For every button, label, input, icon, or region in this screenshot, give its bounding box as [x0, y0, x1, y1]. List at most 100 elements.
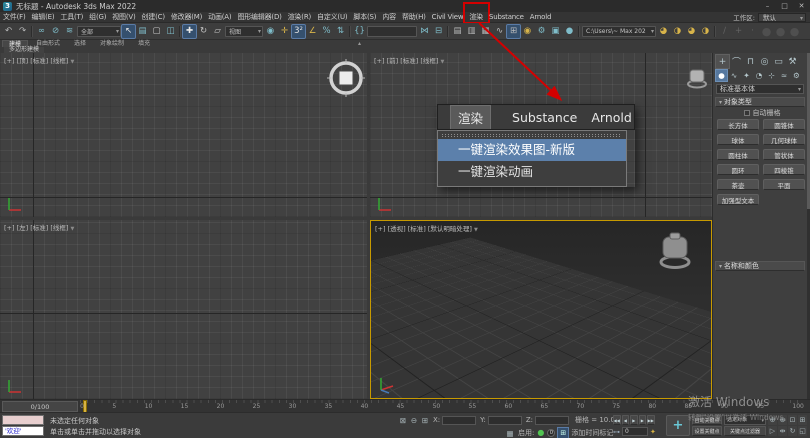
- menu-content[interactable]: 内容: [379, 12, 399, 22]
- coordinate-field[interactable]: X:: [433, 416, 476, 425]
- display-tab-icon[interactable]: ▭: [772, 55, 785, 68]
- menu-tearoff-handle[interactable]: [442, 134, 622, 137]
- spacewarps-category-icon[interactable]: ≈: [779, 70, 790, 81]
- snap-toggle-icon[interactable]: 3²: [292, 25, 305, 38]
- menu-customize[interactable]: 自定义(U): [314, 12, 350, 22]
- dim-slash-icon[interactable]: ∕: [718, 25, 731, 38]
- modify-tab-icon[interactable]: ⌒: [730, 55, 743, 68]
- zoom-all-icon[interactable]: ⊛: [778, 415, 787, 425]
- toolbar-separator[interactable]: [577, 25, 581, 38]
- viewport-left[interactable]: [+] [左] [标准] [线框] ▼: [0, 220, 367, 399]
- inset-menu-render[interactable]: 渲染: [450, 105, 491, 130]
- maximize-viewport-icon[interactable]: ◱: [798, 426, 807, 436]
- orbit-icon[interactable]: ↻: [788, 426, 797, 436]
- toggle-layer-explorer-icon[interactable]: ▥: [465, 25, 478, 38]
- set-key-button[interactable]: 设置关键点: [692, 426, 722, 436]
- object-class-dropdown[interactable]: 标准基本体: [716, 84, 804, 94]
- menu-create[interactable]: 创建(C): [139, 12, 168, 22]
- box-button[interactable]: 长方体: [717, 119, 759, 130]
- play-button[interactable]: ▶: [630, 415, 638, 425]
- render-setup-icon[interactable]: ⚙: [535, 25, 548, 38]
- ribbon-tab-selection[interactable]: 选择: [68, 40, 92, 47]
- plugin-render-icon-2[interactable]: ◑: [671, 25, 684, 38]
- menu-file[interactable]: 文件(F): [0, 12, 29, 22]
- toolbar-separator[interactable]: [30, 25, 34, 38]
- menu-edit[interactable]: 编辑(E): [29, 12, 58, 22]
- auto-key-button[interactable]: 自动关键点: [692, 415, 722, 425]
- viewport-front-label[interactable]: [+] [前] [标准] [线框] ▼: [374, 55, 444, 65]
- coordinate-field[interactable]: Y:: [480, 416, 522, 425]
- undo-icon[interactable]: ↶: [2, 25, 15, 38]
- geometry-category-icon[interactable]: ●: [716, 70, 727, 81]
- menu-civil-view[interactable]: Civil View: [429, 13, 467, 21]
- time-tag-icon[interactable]: ⊞: [558, 428, 568, 438]
- select-and-rotate-icon[interactable]: ↻: [197, 25, 210, 38]
- use-pivot-center-icon[interactable]: ◉: [264, 25, 277, 38]
- menu-animation[interactable]: 动画(A): [205, 12, 234, 22]
- helpers-category-icon[interactable]: ⊹: [766, 70, 777, 81]
- edit-named-selections-icon[interactable]: {}: [353, 25, 366, 38]
- viewport-top-label[interactable]: [+] [顶] [标准] [线框] ▼: [4, 55, 74, 65]
- dim-dot-icon[interactable]: ·: [746, 25, 759, 38]
- key-filters-button[interactable]: 关键点过滤器: [724, 426, 766, 436]
- cameras-category-icon[interactable]: ◔: [754, 70, 765, 81]
- previous-frame-button[interactable]: ◀: [622, 415, 630, 425]
- viewport-perspective[interactable]: [+] [透视] [标准] [默认明暗处理] ▼: [370, 220, 712, 399]
- viewport-left-label[interactable]: [+] [左] [标准] [线框] ▼: [4, 222, 74, 232]
- dim-circle-icon-1[interactable]: ●: [760, 25, 773, 38]
- fov-icon[interactable]: ▷: [768, 426, 777, 436]
- motion-tab-icon[interactable]: ◎: [758, 55, 771, 68]
- maxscript-listener-field[interactable]: '欢迎': [2, 426, 44, 436]
- dim-plus-icon[interactable]: +: [732, 25, 745, 38]
- key-mode-icon[interactable]: ✦: [650, 428, 656, 436]
- set-key-big-button[interactable]: +: [666, 415, 690, 436]
- pan-icon[interactable]: ⇹: [778, 426, 787, 436]
- redo-icon[interactable]: ↷: [16, 25, 29, 38]
- toggle-scene-explorer-icon[interactable]: ▤: [451, 25, 464, 38]
- teapot-button[interactable]: 茶壶: [717, 179, 759, 190]
- rollout-name-and-color[interactable]: 名称和颜色: [715, 261, 805, 271]
- toggle-ribbon-icon[interactable]: ▦: [479, 25, 492, 38]
- teapot-object-front-view[interactable]: [684, 66, 710, 90]
- zoom-extents-icon[interactable]: ⊡: [788, 415, 797, 425]
- named-selection-field[interactable]: [367, 26, 417, 37]
- add-time-tag-label[interactable]: 添加时间标记: [571, 428, 613, 438]
- inset-menu-substance[interactable]: Substance: [505, 108, 584, 127]
- go-to-start-button[interactable]: ◀◀: [613, 415, 621, 425]
- percent-snap-icon[interactable]: %: [320, 25, 333, 38]
- menu-item-one-click-render-image[interactable]: 一键渲染效果图-新版: [438, 139, 626, 161]
- select-and-move-icon[interactable]: ✚: [183, 25, 196, 38]
- key-filter-dropdown[interactable]: 选定对象: [724, 415, 766, 425]
- plane-button[interactable]: 平面: [763, 179, 805, 190]
- menu-views[interactable]: 视图(V): [109, 12, 138, 22]
- toolbar-separator[interactable]: [178, 25, 182, 38]
- menu-render-plugin[interactable]: 渲染: [466, 12, 486, 22]
- select-object-icon[interactable]: ↖: [122, 25, 135, 38]
- grid-toggle-icon[interactable]: ▦: [505, 428, 515, 438]
- menu-help[interactable]: 帮助(H): [399, 12, 429, 22]
- plugin-render-icon-4[interactable]: ◑: [699, 25, 712, 38]
- dim-circle-icon-2[interactable]: ●: [774, 25, 787, 38]
- ribbon-tab-object-paint[interactable]: 对象绘制: [94, 40, 130, 47]
- toolbar-separator[interactable]: [348, 25, 352, 38]
- workspace-dropdown[interactable]: 默认: [758, 13, 806, 22]
- rendered-frame-window-icon[interactable]: ▣: [549, 25, 562, 38]
- text-plus-button[interactable]: 加强型文本: [717, 194, 759, 205]
- macro-recorder-field[interactable]: [2, 415, 44, 425]
- menu-group[interactable]: 组(G): [86, 12, 109, 22]
- menu-graph-editors[interactable]: 图形编辑器(D): [234, 12, 284, 22]
- menu-item-one-click-render-animation[interactable]: 一键渲染动画: [438, 161, 626, 183]
- angle-snap-icon[interactable]: ∠: [306, 25, 319, 38]
- select-and-scale-icon[interactable]: ▱: [211, 25, 224, 38]
- window-crossing-icon[interactable]: ◫: [164, 25, 177, 38]
- project-path-dropdown[interactable]: C:\Users\~ Max 2022: [582, 26, 656, 37]
- torus-button[interactable]: 圆环: [717, 164, 759, 175]
- select-and-manipulate-icon[interactable]: ✛: [278, 25, 291, 38]
- dim-circle-icon-3[interactable]: ●: [788, 25, 801, 38]
- cone-button[interactable]: 圆锥体: [763, 119, 805, 130]
- zoom-icon[interactable]: ⊕: [768, 415, 777, 425]
- plugin-render-icon-1[interactable]: ◕: [657, 25, 670, 38]
- menu-arnold[interactable]: Arnold: [527, 13, 554, 21]
- pyramid-button[interactable]: 四棱锥: [763, 164, 805, 175]
- zoom-extents-all-icon[interactable]: ⊞: [798, 415, 807, 425]
